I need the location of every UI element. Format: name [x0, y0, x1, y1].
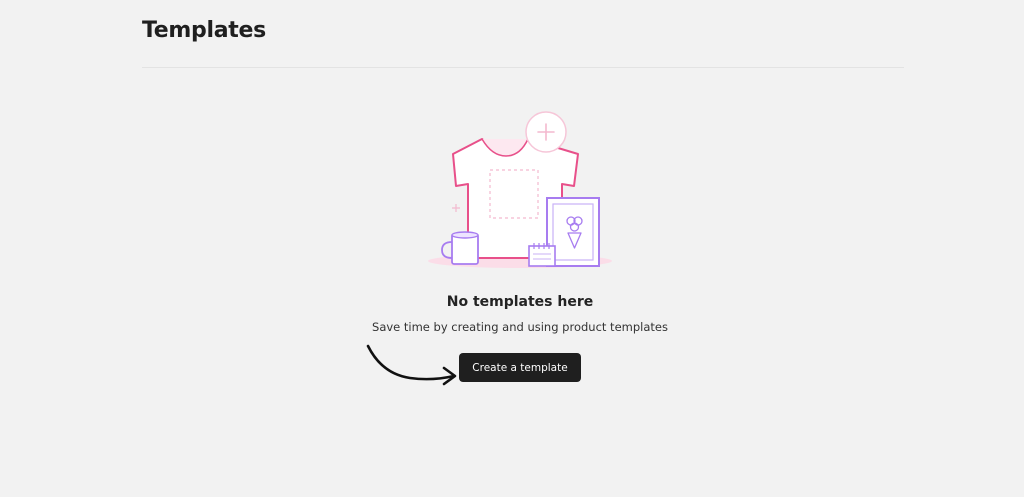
header-divider	[142, 67, 904, 68]
curved-arrow-icon	[362, 340, 462, 390]
create-template-button[interactable]: Create a template	[459, 353, 581, 382]
empty-state-subtitle: Save time by creating and using product …	[372, 320, 668, 334]
tshirt-products-illustration	[420, 108, 620, 276]
templates-page: Templates No templates here Save time by…	[0, 0, 1024, 497]
page-title: Templates	[142, 18, 266, 43]
empty-state-title: No templates here	[446, 294, 594, 310]
